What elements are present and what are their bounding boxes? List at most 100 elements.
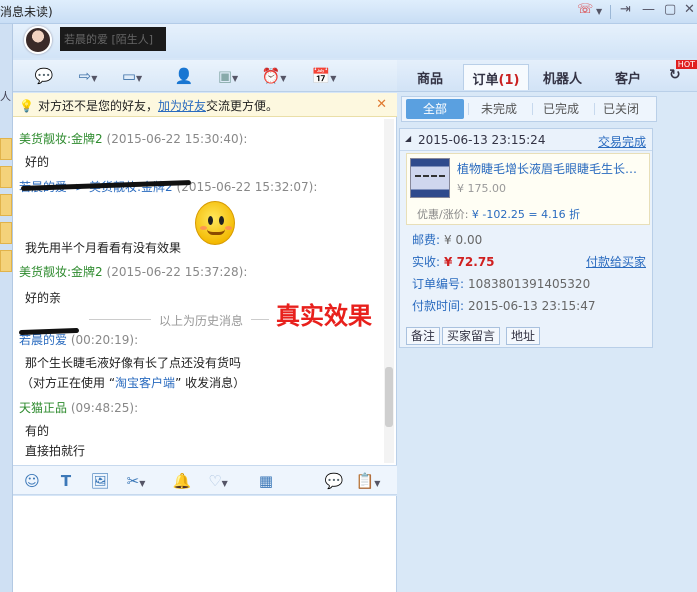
tab-products[interactable]: 商品 bbox=[417, 68, 443, 87]
add-user-icon[interactable]: 👤 bbox=[169, 65, 199, 87]
maximize-icon[interactable]: ▢ bbox=[664, 2, 676, 17]
pay-time-row: 付款时间: 2015-06-13 23:15:47 bbox=[412, 297, 596, 314]
side-panel: 商品 订单(1) 机器人 客户 ↻ HOT 全部 未完成 已完成 已关闭 ◢ 2… bbox=[397, 60, 697, 592]
paid-row: 实收: ¥ 72.75 bbox=[412, 253, 495, 270]
order-number-row: 订单编号: 1083801391405320 bbox=[412, 275, 590, 292]
scissors-icon[interactable]: ✂▼ bbox=[123, 471, 149, 491]
order-item[interactable]: 植物睫毛增长液眉毛眼睫毛生长… ¥ 175.00 优惠/涨价: ¥ -102.2… bbox=[406, 153, 650, 225]
sender-name[interactable]: 美货靓妆:金牌2 bbox=[19, 265, 103, 279]
font-icon[interactable]: T bbox=[53, 471, 79, 491]
sender-name[interactable]: 天猫正品 bbox=[19, 401, 67, 415]
note-button[interactable]: 备注 bbox=[406, 327, 441, 345]
discount-line: 优惠/涨价: ¥ -102.25 = 4.16 折 bbox=[417, 206, 580, 222]
address-button[interactable]: 地址 bbox=[506, 327, 541, 345]
contact-tab[interactable] bbox=[0, 194, 12, 216]
postage-label: 邮费: bbox=[412, 233, 441, 247]
image-icon[interactable]: 🖼 bbox=[87, 471, 113, 491]
screen-share-icon[interactable]: ▣▼ bbox=[213, 65, 243, 87]
alarm-icon[interactable]: ⏰▼ bbox=[259, 65, 289, 87]
message-input[interactable] bbox=[13, 496, 397, 592]
contact-tab[interactable] bbox=[0, 138, 12, 160]
product-name-link[interactable]: 植物睫毛增长液眉毛眼睫毛生长… bbox=[457, 160, 637, 177]
emoji-icon[interactable]: ☺ bbox=[19, 471, 45, 491]
emoji-eye bbox=[208, 216, 213, 225]
video-icon[interactable]: ▭▼ bbox=[117, 65, 147, 87]
product-thumbnail[interactable] bbox=[410, 158, 450, 198]
history-icon[interactable]: 📋▼ bbox=[355, 471, 381, 491]
scrollbar-thumb[interactable] bbox=[385, 367, 393, 427]
eyelash-graphic bbox=[415, 175, 445, 181]
avatar[interactable] bbox=[24, 26, 52, 54]
message-header: 美货靓妆:金牌2 (2015-06-22 15:37:28): bbox=[19, 263, 247, 280]
strip-label: 人 bbox=[0, 90, 11, 103]
chat-bubble-icon[interactable]: 💬 bbox=[29, 65, 59, 87]
quick-reply-icon[interactable]: 💬 bbox=[321, 471, 347, 491]
bell-icon[interactable]: 🔔 bbox=[169, 471, 195, 491]
order-count-badge: (1) bbox=[498, 73, 520, 88]
postage-value: ¥ 0.00 bbox=[444, 233, 483, 247]
chat-scrollbar[interactable] bbox=[384, 119, 394, 463]
message-time: (2015-06-22 15:30:40): bbox=[106, 132, 248, 146]
notice-text: 对方还不是您的好友， bbox=[37, 99, 158, 113]
divider bbox=[468, 103, 469, 115]
mute-phone-icon[interactable]: ☏ bbox=[577, 2, 593, 17]
pay-to-buyer-link[interactable]: 付款给买家 bbox=[586, 253, 646, 270]
message-time: (2015-06-22 15:32:07): bbox=[176, 180, 318, 194]
tab-customer[interactable]: 客户 bbox=[615, 68, 641, 87]
pay-time-label: 付款时间: bbox=[412, 299, 465, 313]
tab-robot[interactable]: 机器人 bbox=[543, 68, 582, 87]
order-date: 2015-06-13 23:15:24 bbox=[418, 133, 546, 147]
refresh-icon[interactable]: ↻ bbox=[669, 67, 681, 83]
watermark-stamp: 真实效果 bbox=[276, 302, 372, 330]
calendar-add-icon[interactable]: 📅▼ bbox=[309, 65, 339, 87]
history-divider: 以上为历史消息 bbox=[151, 312, 252, 329]
close-notice-icon[interactable]: ✕ bbox=[376, 97, 387, 112]
notice-text: 交流更方便。 bbox=[205, 99, 278, 113]
emoji-blush bbox=[200, 226, 207, 230]
transfer-icon[interactable]: ⇨▼ bbox=[73, 65, 103, 87]
order-number-label: 订单编号: bbox=[412, 277, 465, 291]
paid-value: ¥ 72.75 bbox=[444, 255, 495, 269]
smiley-emoji-icon bbox=[195, 201, 235, 245]
contact-tab[interactable] bbox=[0, 166, 12, 188]
product-price: ¥ 175.00 bbox=[457, 182, 506, 195]
order-card: ◢ 2015-06-13 23:15:24 交易完成 植物睫毛增长液眉毛眼睫毛生… bbox=[399, 128, 653, 348]
message-body: 好的 bbox=[25, 155, 50, 169]
filter-closed[interactable]: 已关闭 bbox=[592, 99, 650, 119]
filter-all[interactable]: 全部 bbox=[406, 99, 464, 119]
client-note: （对方正在使用 “淘宝客户端” 收发消息） bbox=[21, 374, 245, 391]
minimize-icon[interactable]: — bbox=[642, 2, 655, 17]
chevron-down-icon[interactable]: ▼ bbox=[596, 7, 602, 16]
buyer-message-button[interactable]: 买家留言 bbox=[442, 327, 501, 345]
calculator-icon[interactable]: ▦ bbox=[253, 471, 279, 491]
chat-history[interactable]: 💡 对方还不是您的好友，加为好友交流更方便。 ✕ 美货靓妆:金牌2 (2015-0… bbox=[13, 93, 397, 465]
order-number-value: 1083801391405320 bbox=[468, 277, 591, 291]
message-body: 那个生长睫毛液好像有长了点还没有货吗 bbox=[25, 356, 242, 370]
order-header: ◢ 2015-06-13 23:15:24 交易完成 bbox=[400, 129, 652, 151]
taobao-client-link[interactable]: 淘宝客户端 bbox=[115, 376, 175, 390]
pin-icon[interactable]: ⇥ bbox=[620, 2, 631, 17]
note-text: （对方正在使用 “ bbox=[21, 376, 116, 390]
heart-icon[interactable]: ♡▼ bbox=[205, 471, 231, 491]
contact-tab[interactable] bbox=[0, 222, 12, 244]
left-contact-strip: 人 bbox=[0, 24, 13, 592]
note-text: ” 收发消息） bbox=[175, 376, 246, 390]
divider bbox=[610, 5, 611, 19]
add-friend-link[interactable]: 加为好友 bbox=[158, 99, 206, 113]
message-body: 好的亲 bbox=[25, 291, 62, 305]
sender-name[interactable]: 美货靓妆:金牌2 bbox=[19, 132, 103, 146]
order-filters: 全部 未完成 已完成 已关闭 bbox=[401, 96, 657, 122]
filter-complete[interactable]: 已完成 bbox=[532, 99, 590, 119]
order-status-link[interactable]: 交易完成 bbox=[598, 133, 646, 150]
unread-status: 消息未读) bbox=[0, 5, 53, 19]
tab-orders[interactable]: 订单(1) bbox=[463, 64, 529, 90]
message-body: 直接拍就行 bbox=[25, 444, 86, 458]
friend-notice: 💡 对方还不是您的好友，加为好友交流更方便。 ✕ bbox=[13, 93, 397, 117]
filter-incomplete[interactable]: 未完成 bbox=[470, 99, 528, 119]
close-icon[interactable]: ✕ bbox=[684, 2, 695, 17]
title-bar: 消息未读) ☏ ▼ ⇥ — ▢ ✕ bbox=[0, 0, 697, 24]
contact-tab[interactable] bbox=[0, 250, 12, 272]
input-toolbar: ☺ T 🖼 ✂▼ 🔔 ♡▼ ▦ 💬 📋▼ bbox=[13, 465, 397, 495]
sender-name[interactable]: 若晨的爱 bbox=[19, 333, 67, 347]
collapse-icon[interactable]: ◢ bbox=[405, 134, 411, 143]
